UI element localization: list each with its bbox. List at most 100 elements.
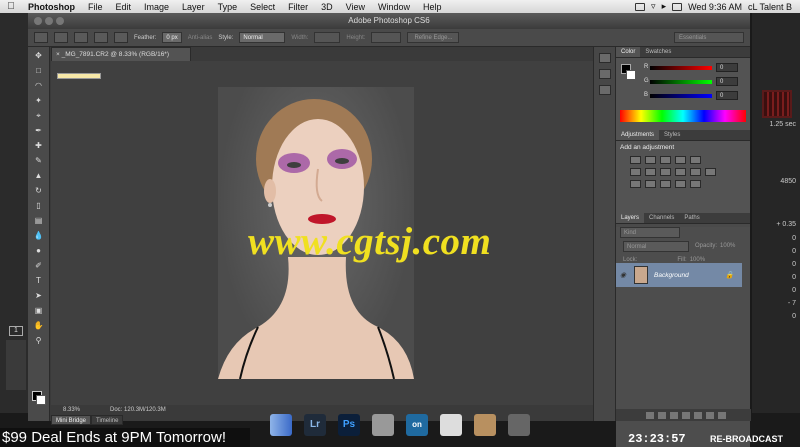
properties-panel-icon[interactable] xyxy=(598,85,611,95)
workspace-select[interactable]: Essentials xyxy=(674,32,744,43)
layer-row-background[interactable]: ◉ Background 🔒 xyxy=(616,263,742,287)
invert-icon[interactable] xyxy=(630,180,641,188)
b-value[interactable]: 0 xyxy=(716,91,738,100)
zoom-window-icon[interactable] xyxy=(56,17,64,25)
history-brush-tool-icon[interactable]: ↻ xyxy=(32,184,46,197)
channel-mixer-icon[interactable] xyxy=(690,168,701,176)
lasso-tool-icon[interactable]: ◠ xyxy=(32,79,46,92)
gradient-tool-icon[interactable]: ▤ xyxy=(32,214,46,227)
menu-filter[interactable]: Filter xyxy=(282,2,315,12)
posterize-icon[interactable] xyxy=(645,180,656,188)
menu-view[interactable]: View xyxy=(340,2,372,12)
curves-icon[interactable] xyxy=(660,156,671,164)
tab-swatches[interactable]: Swatches xyxy=(640,47,676,57)
menu-select[interactable]: Select xyxy=(244,2,282,12)
tab-adjustments[interactable]: Adjustments xyxy=(616,130,660,140)
healing-tool-icon[interactable]: ✚ xyxy=(32,139,46,152)
menu-window[interactable]: Window xyxy=(372,2,417,12)
link-layers-icon[interactable] xyxy=(646,411,654,419)
refine-edge-button[interactable]: Refine Edge... xyxy=(407,32,460,43)
color-lookup-icon[interactable] xyxy=(705,168,716,176)
trash-icon[interactable] xyxy=(508,414,530,436)
lightroom-icon[interactable]: Lr xyxy=(304,414,326,436)
menu-app[interactable]: Photoshop xyxy=(22,2,82,12)
tab-mini-bridge[interactable]: Mini Bridge xyxy=(51,415,92,425)
path-select-tool-icon[interactable]: ➤ xyxy=(32,289,46,302)
pen-tool-icon[interactable]: ✐ xyxy=(32,259,46,272)
r-value[interactable]: 0 xyxy=(716,63,738,72)
zoom-level[interactable]: 8.33% xyxy=(63,407,80,413)
photo-filter-icon[interactable] xyxy=(675,168,686,176)
menu-type[interactable]: Type xyxy=(212,2,245,12)
intersect-selection-icon[interactable] xyxy=(114,32,128,43)
minimize-window-icon[interactable] xyxy=(45,17,53,25)
style-select[interactable]: Normal xyxy=(239,32,286,43)
actions-panel-icon[interactable] xyxy=(598,69,611,79)
window-titlebar[interactable]: Adobe Photoshop CS6 xyxy=(28,13,750,29)
hue-saturation-icon[interactable] xyxy=(630,168,641,176)
gradient-map-icon[interactable] xyxy=(675,180,686,188)
document-tab[interactable]: × _MG_7891.CR2 @ 8.33% (RGB/16*) xyxy=(51,47,191,61)
move-tool-icon[interactable]: ✥ xyxy=(32,49,46,62)
photoshop-icon[interactable]: Ps xyxy=(338,414,360,436)
dodge-tool-icon[interactable]: ● xyxy=(32,244,46,257)
menu-layer[interactable]: Layer xyxy=(176,2,212,12)
blur-tool-icon[interactable]: 💧 xyxy=(32,229,46,242)
opacity-value[interactable]: 100% xyxy=(720,241,735,252)
menu-edit[interactable]: Edit xyxy=(110,2,139,12)
height-input[interactable] xyxy=(371,32,402,43)
new-selection-icon[interactable] xyxy=(54,32,68,43)
tab-styles[interactable]: Styles xyxy=(659,130,685,140)
visibility-eye-icon[interactable]: ◉ xyxy=(620,271,626,279)
finder-icon[interactable] xyxy=(270,414,292,436)
display-icon[interactable] xyxy=(635,2,646,11)
document-icon[interactable] xyxy=(440,414,462,436)
new-layer-icon[interactable] xyxy=(706,411,714,419)
wifi-icon[interactable]: ▿ xyxy=(651,1,656,12)
menu-3d[interactable]: 3D xyxy=(315,2,340,12)
width-input[interactable] xyxy=(314,32,341,43)
vibrance-icon[interactable] xyxy=(690,156,701,164)
tab-channels[interactable]: Channels xyxy=(644,213,679,223)
menu-user[interactable]: cL Talent B xyxy=(748,2,792,12)
zoom-tool-icon[interactable]: ⚲ xyxy=(32,334,46,347)
brightness-icon[interactable] xyxy=(630,156,641,164)
tab-color[interactable]: Color xyxy=(616,47,641,57)
close-window-icon[interactable] xyxy=(34,17,42,25)
tab-layers[interactable]: Layers xyxy=(616,213,645,223)
battery-icon[interactable] xyxy=(672,2,683,11)
b-slider[interactable] xyxy=(650,94,712,98)
marquee-tool-icon[interactable]: □ xyxy=(32,64,46,77)
brush-tool-icon[interactable]: ✎ xyxy=(32,154,46,167)
menu-clock[interactable]: Wed 9:36 AM xyxy=(688,2,742,12)
black-white-icon[interactable] xyxy=(660,168,671,176)
layer-style-icon[interactable] xyxy=(658,411,666,419)
floating-note-bar[interactable] xyxy=(57,73,101,79)
background-color-swatch[interactable] xyxy=(36,395,46,405)
threshold-icon[interactable] xyxy=(660,180,671,188)
shape-tool-icon[interactable]: ▣ xyxy=(32,304,46,317)
hand-tool-icon[interactable]: ✋ xyxy=(32,319,46,332)
camera-app-icon[interactable] xyxy=(372,414,394,436)
history-panel-icon[interactable] xyxy=(598,53,611,63)
type-tool-icon[interactable]: T xyxy=(32,274,46,287)
blend-mode-select[interactable]: Normal xyxy=(623,241,689,252)
on1-icon[interactable]: on xyxy=(406,414,428,436)
eyedropper-tool-icon[interactable]: ✒ xyxy=(32,124,46,137)
apple-icon[interactable]:  xyxy=(0,1,22,12)
menu-image[interactable]: Image xyxy=(138,2,176,12)
photo-thumb-icon[interactable] xyxy=(474,414,496,436)
tab-timeline[interactable]: Timeline xyxy=(91,415,124,425)
r-slider[interactable] xyxy=(650,66,712,70)
levels-icon[interactable] xyxy=(645,156,656,164)
menu-file[interactable]: File xyxy=(82,2,110,12)
new-adjustment-icon[interactable] xyxy=(682,411,690,419)
clone-stamp-tool-icon[interactable]: ▲ xyxy=(32,169,46,182)
exposure-icon[interactable] xyxy=(675,156,686,164)
antialias-label[interactable]: Anti-alias xyxy=(188,35,213,41)
subtract-selection-icon[interactable] xyxy=(94,32,108,43)
g-slider[interactable] xyxy=(650,80,712,84)
new-group-icon[interactable] xyxy=(694,411,702,419)
color-balance-icon[interactable] xyxy=(645,168,656,176)
menu-help[interactable]: Help xyxy=(417,2,449,12)
